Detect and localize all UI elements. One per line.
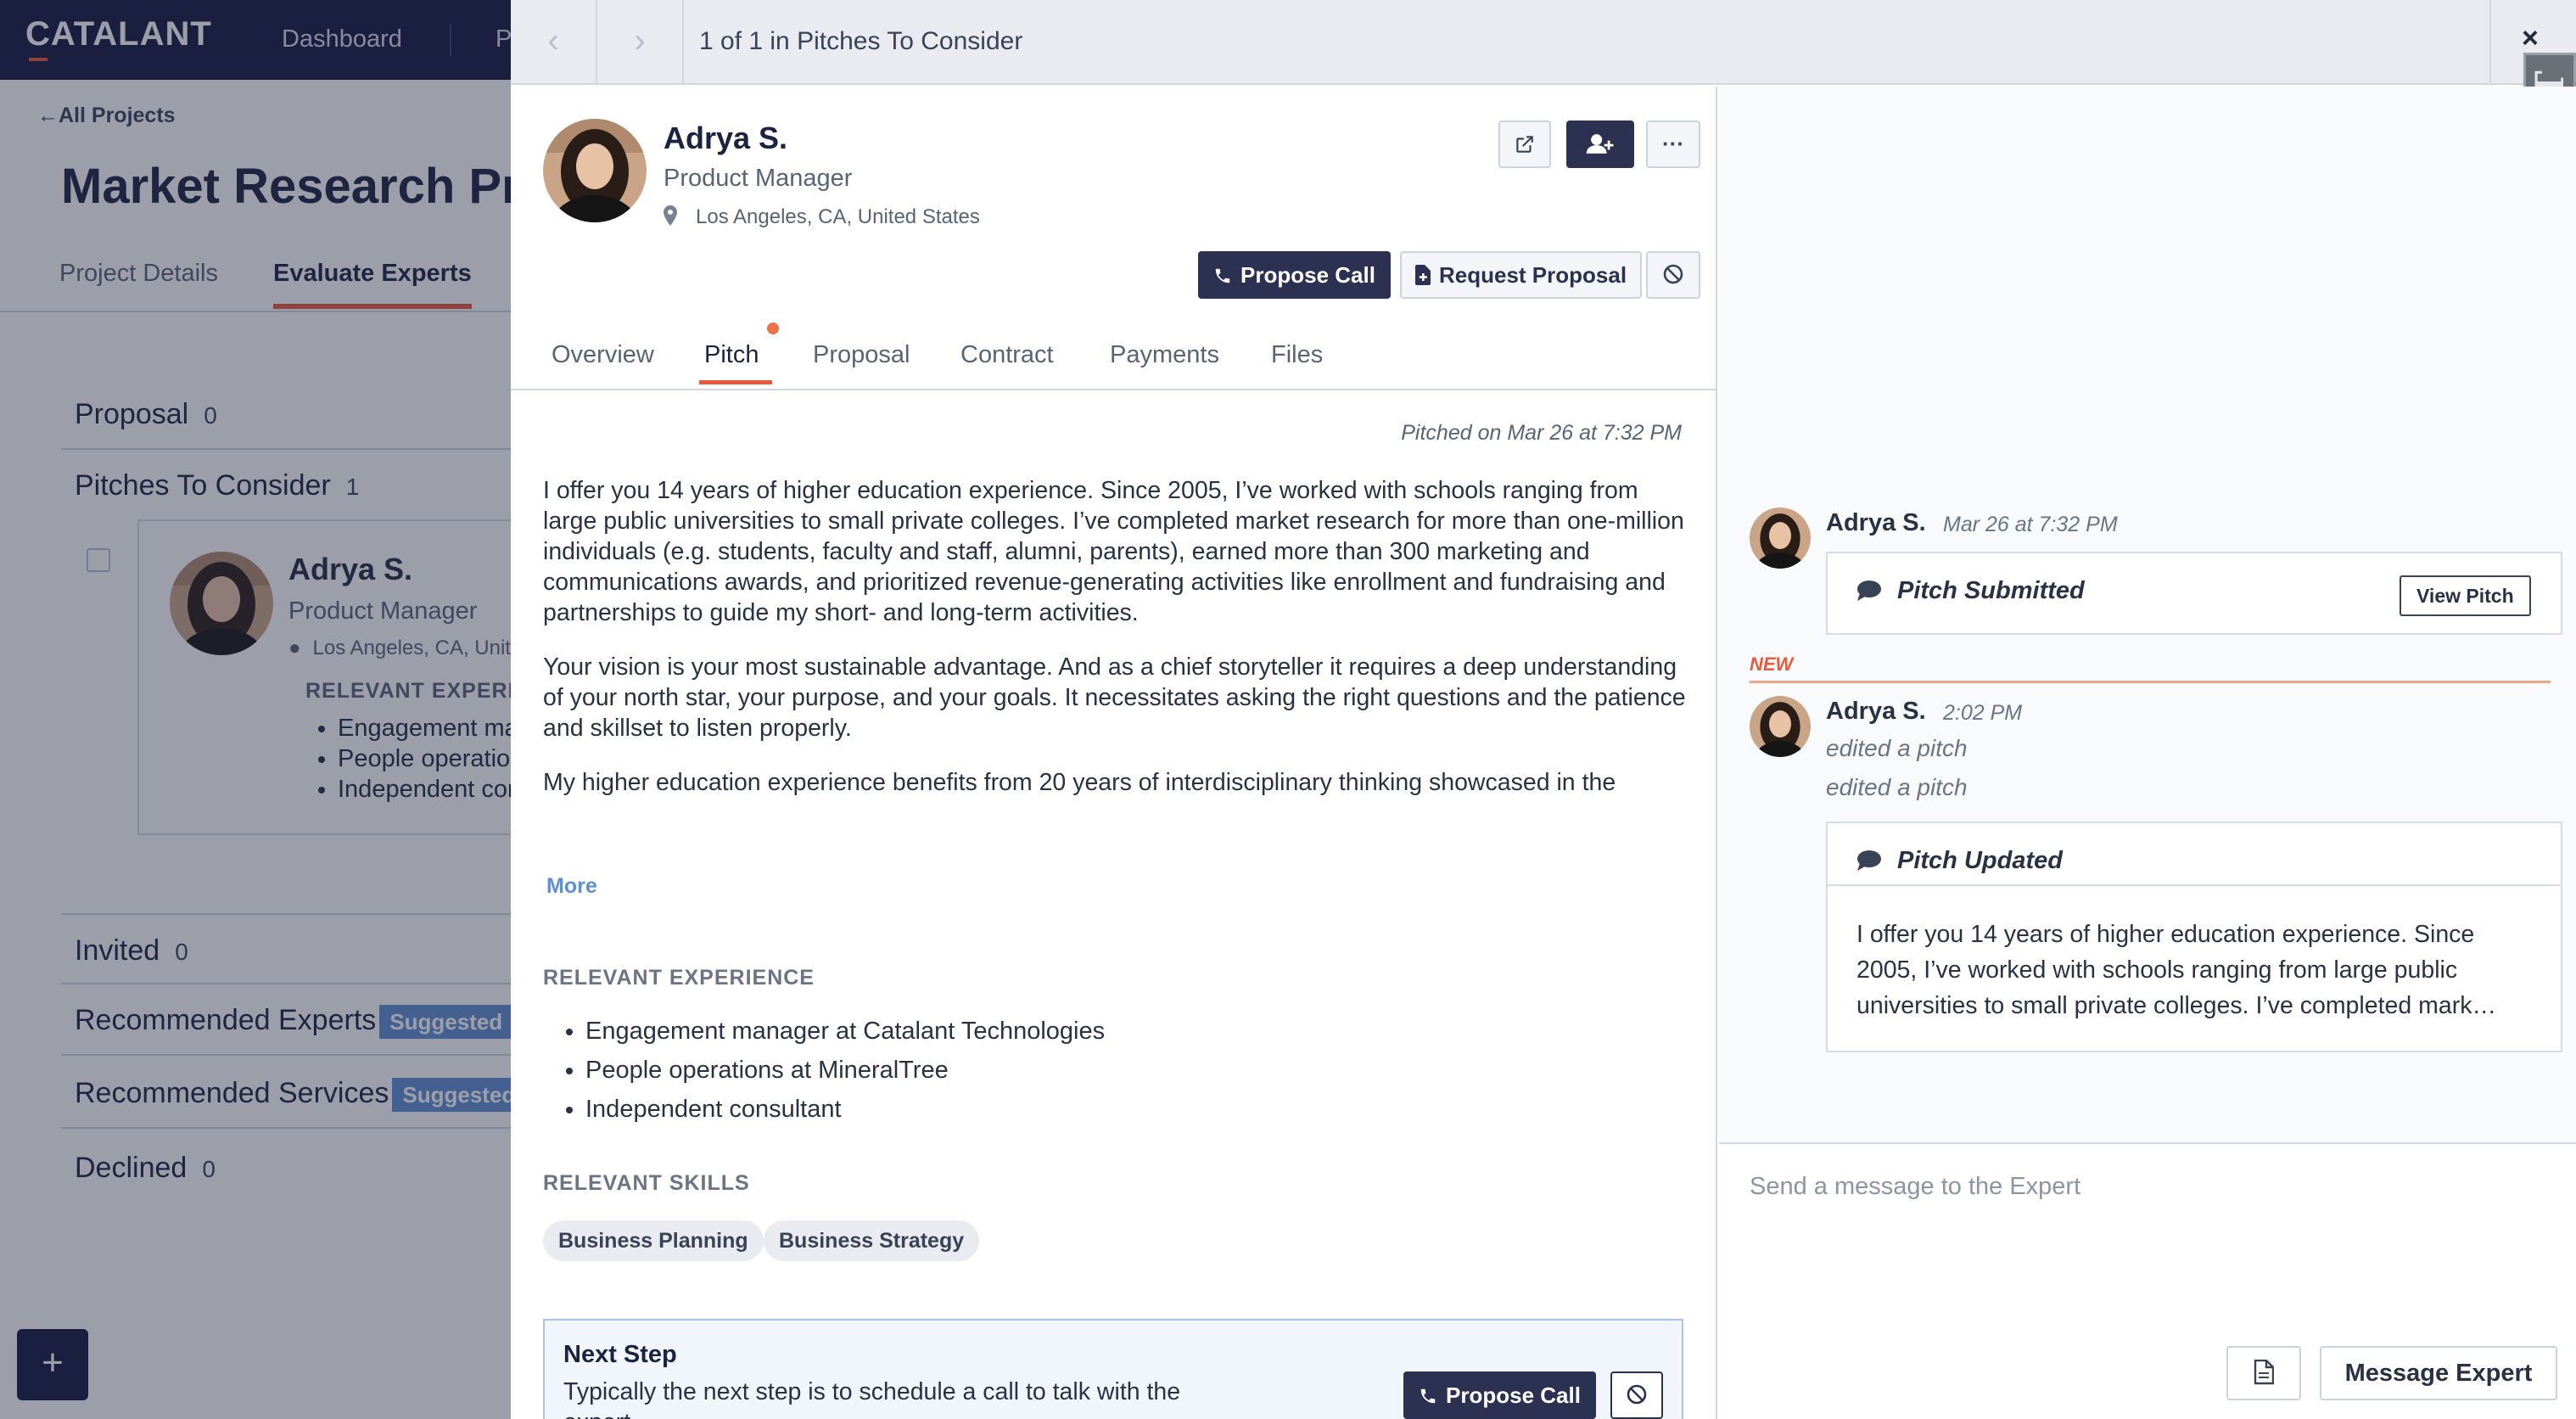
next-step-box: Next Step Typically the next step is to … xyxy=(543,1319,1683,1419)
next-step-decline-button[interactable] xyxy=(1610,1371,1663,1419)
document-plus-icon xyxy=(1415,265,1431,285)
pitched-timestamp: Pitched on Mar 26 at 7:32 PM xyxy=(1401,421,1682,445)
next-button[interactable]: › xyxy=(597,0,684,85)
document-icon xyxy=(2254,1359,2275,1385)
show-more-link[interactable]: More xyxy=(546,874,597,899)
propose-call-button[interactable]: Propose Call xyxy=(1198,251,1391,299)
map-pin-icon xyxy=(664,205,677,226)
text-fade xyxy=(543,808,1688,867)
sender-name: Adrya S. xyxy=(1826,698,1926,725)
tab-contract[interactable]: Contract xyxy=(960,341,1054,369)
card-divider xyxy=(1828,884,2561,886)
next-step-title: Next Step xyxy=(563,1341,677,1368)
open-external-button[interactable] xyxy=(1498,121,1551,168)
request-proposal-button[interactable]: Request Proposal xyxy=(1400,251,1643,299)
tab-proposal[interactable]: Proposal xyxy=(813,341,910,369)
pitch-paragraph: I offer you 14 years of higher education… xyxy=(543,477,1684,626)
next-step-propose-call-button[interactable]: Propose Call xyxy=(1403,1371,1596,1419)
tab-overview[interactable]: Overview xyxy=(552,341,654,369)
next-step-description: Typically the next step is to schedule a… xyxy=(563,1378,1181,1419)
message-expert-button[interactable]: Message Expert xyxy=(2320,1346,2557,1400)
chevron-right-icon: › xyxy=(634,22,646,59)
user-plus-icon xyxy=(1586,134,1614,154)
close-button[interactable]: × xyxy=(2522,22,2539,55)
view-pitch-button[interactable]: View Pitch xyxy=(2400,575,2531,616)
pitch-updated-card: Pitch Updated I offer you 14 years of hi… xyxy=(1826,822,2562,1052)
message-timestamp: 2:02 PM xyxy=(1943,701,2023,725)
sender-name: Adrya S. xyxy=(1826,509,1926,536)
activity-text: edited a pitch xyxy=(1826,735,1968,761)
tab-payments[interactable]: Payments xyxy=(1110,341,1219,369)
phone-icon xyxy=(1420,1388,1436,1404)
previous-button[interactable]: ‹ xyxy=(511,0,597,85)
list-item: People operations at MineralTree xyxy=(585,1051,1105,1090)
pitch-paragraph: My higher education experience benefits … xyxy=(543,769,1616,796)
comment-icon xyxy=(1857,850,1881,871)
comment-icon xyxy=(1857,580,1881,601)
notification-dot xyxy=(767,322,779,334)
activity-text: edited a pitch xyxy=(1826,774,1968,800)
message-thread: Adrya S. Mar 26 at 7:32 PM Pitch Submitt… xyxy=(1719,87,2576,1419)
header-divider xyxy=(2489,0,2491,85)
attach-file-button[interactable] xyxy=(2226,1346,2301,1400)
card-title: Pitch Submitted xyxy=(1856,577,2085,605)
expert-details: Adrya S. Product Manager Los Angeles, CA… xyxy=(511,87,1717,1419)
sender-avatar xyxy=(1750,508,1811,569)
pitch-paragraph: Your vision is your most sustainable adv… xyxy=(543,653,1686,742)
card-title: Pitch Updated xyxy=(1856,847,2063,875)
list-item: Engagement manager at Catalant Technolog… xyxy=(585,1012,1105,1051)
expert-title: Product Manager xyxy=(664,165,853,192)
list-item: Independent consultant xyxy=(585,1090,1105,1129)
message-input[interactable]: Send a message to the Expert xyxy=(1750,1173,2080,1201)
expert-detail-panel: ‹ › 1 of 1 in Pitches To Consider × FDT … xyxy=(511,0,2576,1419)
skill-chip: Business Planning xyxy=(543,1220,764,1261)
relevant-skills-heading: RELEVANT SKILLS xyxy=(543,1171,750,1195)
invite-expert-button[interactable] xyxy=(1566,121,1634,168)
skill-chip: Business Strategy xyxy=(764,1220,980,1261)
relevant-experience-heading: RELEVANT EXPERIENCE xyxy=(543,966,815,990)
ban-icon xyxy=(1627,1384,1647,1405)
expert-location: Los Angeles, CA, United States xyxy=(664,205,980,229)
more-options-button[interactable]: ··· xyxy=(1646,121,1700,168)
expert-name: Adrya S. xyxy=(664,121,788,155)
new-messages-divider xyxy=(1750,681,2551,683)
panel-header: ‹ › 1 of 1 in Pitches To Consider × xyxy=(511,0,2576,85)
pitch-excerpt: I offer you 14 years of higher education… xyxy=(1856,921,2496,1019)
ban-icon xyxy=(1663,264,1683,284)
message-composer[interactable]: Send a message to the Expert Message Exp… xyxy=(1719,1142,2576,1419)
decline-button[interactable] xyxy=(1646,251,1700,299)
message-timestamp: Mar 26 at 7:32 PM xyxy=(1943,513,2118,536)
pitch-counter: 1 of 1 in Pitches To Consider xyxy=(699,27,1023,55)
tab-pitch[interactable]: Pitch xyxy=(704,341,759,369)
phone-icon xyxy=(1215,268,1230,283)
pitch-text: I offer you 14 years of higher education… xyxy=(543,475,1688,866)
expert-avatar xyxy=(543,119,647,222)
external-link-icon xyxy=(1516,136,1533,153)
pitch-submitted-card: Pitch Submitted View Pitch xyxy=(1826,552,2562,635)
chevron-left-icon: ‹ xyxy=(547,22,559,59)
sender-avatar xyxy=(1750,696,1811,757)
tab-files[interactable]: Files xyxy=(1271,341,1323,369)
new-messages-label: NEW xyxy=(1750,653,1794,675)
active-tab-indicator xyxy=(699,380,772,384)
experience-list: Engagement manager at Catalant Technolog… xyxy=(585,1012,1105,1129)
